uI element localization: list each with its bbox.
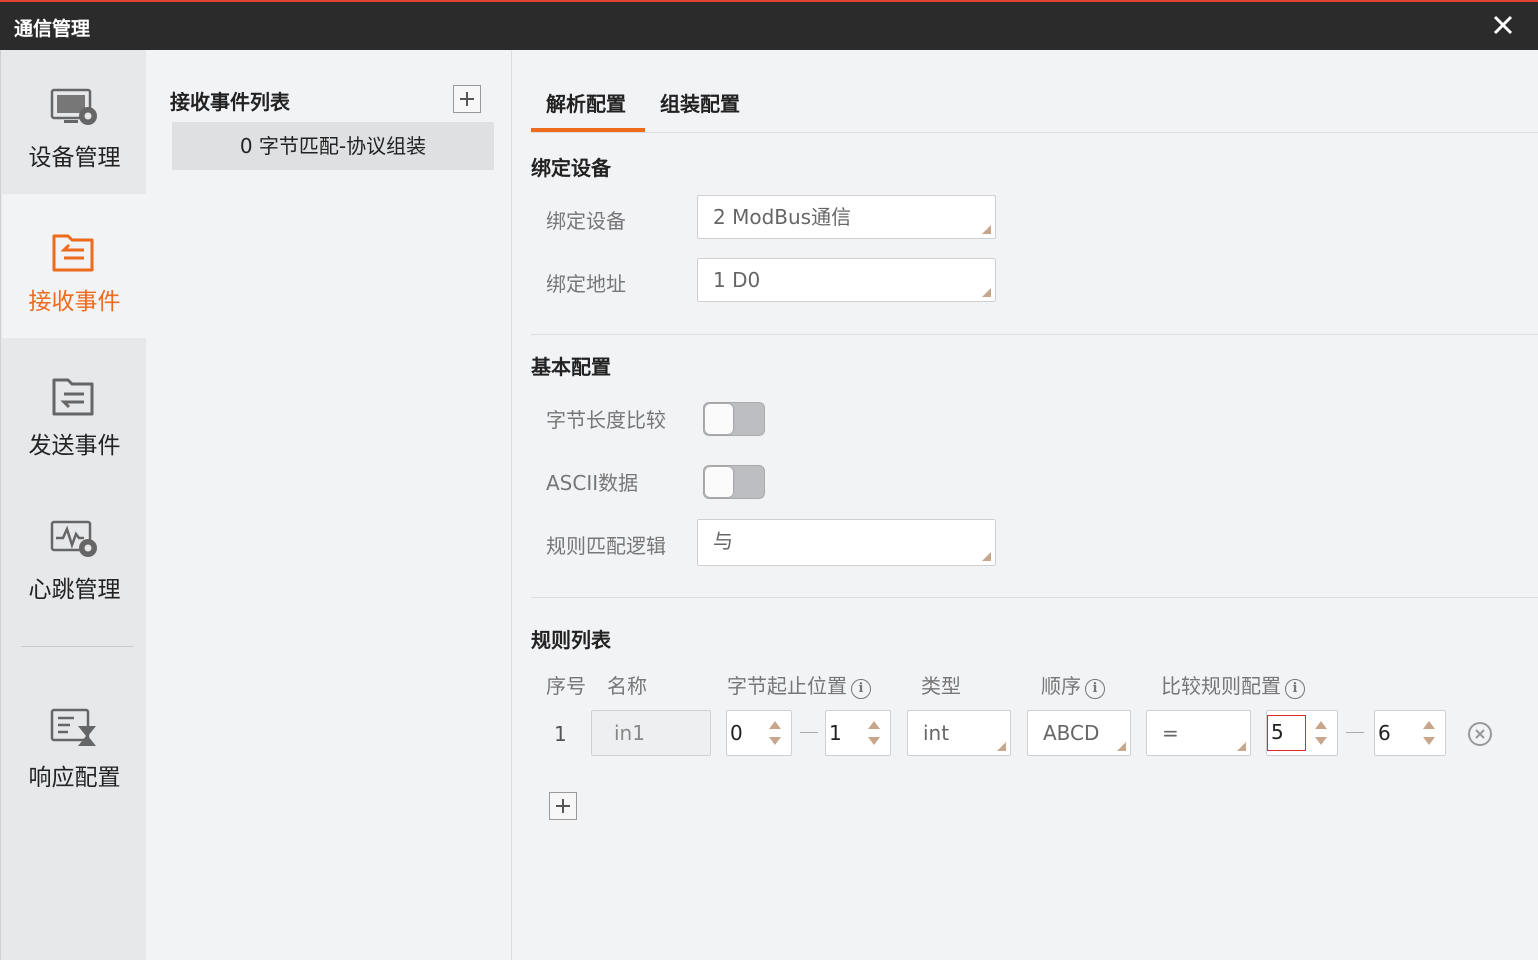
col-order-label: 顺序 <box>1041 674 1081 698</box>
compare-from-value[interactable]: 5 <box>1267 715 1306 751</box>
bind-section-title: 绑定设备 <box>531 156 611 180</box>
tab-parse-config[interactable]: 解析配置 <box>546 88 626 117</box>
order-select[interactable]: ABCD <box>1027 710 1131 756</box>
sidebar-item-response-config[interactable]: 响应配置 <box>2 670 147 814</box>
ascii-data-label: ASCII数据 <box>546 471 639 495</box>
sidebar-item-label: 心跳管理 <box>28 577 121 603</box>
col-index-header: 序号 <box>546 674 586 698</box>
info-icon[interactable]: i <box>1085 679 1105 699</box>
operator-select[interactable]: = <box>1146 710 1251 756</box>
section-divider <box>531 597 1538 598</box>
add-event-button[interactable] <box>453 85 481 113</box>
title-bar: 通信管理 <box>0 0 1538 50</box>
info-icon[interactable]: i <box>1285 679 1305 699</box>
stepper-arrows-icon[interactable] <box>769 721 781 745</box>
byte-start-value: 0 <box>730 721 743 745</box>
col-byte-range-header: 字节起止位置 i <box>727 670 871 699</box>
col-compare-header: 比较规则配置 i <box>1161 670 1305 699</box>
dropdown-corner-icon <box>1117 742 1126 751</box>
dropdown-corner-icon <box>982 288 991 297</box>
type-value: int <box>923 721 950 745</box>
sidebar-item-label: 发送事件 <box>28 433 121 459</box>
bind-device-select[interactable]: 2 ModBus通信 <box>697 195 996 239</box>
dropdown-corner-icon <box>997 742 1006 751</box>
col-compare-label: 比较规则配置 <box>1161 674 1281 698</box>
stepper-arrows-icon[interactable] <box>1315 721 1327 745</box>
col-order-header: 顺序 i <box>1041 670 1105 699</box>
heartbeat-icon <box>50 520 97 557</box>
sidebar-item-device-management[interactable]: 设备管理 <box>2 50 147 194</box>
toggle-knob <box>705 404 733 434</box>
compare-from-stepper[interactable]: 5 <box>1266 710 1338 756</box>
event-list-header: 接收事件列表 <box>170 90 290 114</box>
ascii-data-toggle[interactable] <box>703 465 765 499</box>
basic-section-title: 基本配置 <box>531 355 611 379</box>
sidebar-item-label: 接收事件 <box>28 289 121 315</box>
byte-start-stepper[interactable]: 0 <box>726 710 792 756</box>
tab-bar-divider <box>531 132 1538 133</box>
compare-to-stepper[interactable]: 6 <box>1374 710 1446 756</box>
match-logic-select[interactable]: 与 <box>697 519 996 566</box>
section-divider <box>531 334 1538 335</box>
compare-to-value: 6 <box>1378 721 1391 745</box>
type-select[interactable]: int <box>907 710 1011 756</box>
range-dash <box>800 732 818 733</box>
rule-index: 1 <box>554 722 567 746</box>
bind-address-label: 绑定地址 <box>546 272 626 296</box>
stepper-arrows-icon[interactable] <box>868 721 880 745</box>
main-panel: 解析配置 组装配置 绑定设备 绑定设备 2 ModBus通信 绑定地址 1 D0… <box>513 50 1538 960</box>
range-dash <box>1346 732 1364 733</box>
sidebar-item-label: 响应配置 <box>28 765 121 791</box>
bind-device-value: 2 ModBus通信 <box>713 205 852 229</box>
event-list-item[interactable]: 0 字节匹配-协议组装 <box>172 122 494 170</box>
device-settings-icon <box>50 88 97 125</box>
match-logic-value: 与 <box>713 529 733 553</box>
byte-length-compare-label: 字节长度比较 <box>546 408 666 432</box>
remove-rule-icon[interactable] <box>1467 721 1493 747</box>
rules-section-title: 规则列表 <box>531 628 611 652</box>
sidebar-item-send-event[interactable]: 发送事件 <box>2 338 147 482</box>
window-title: 通信管理 <box>14 18 91 40</box>
rule-name-input[interactable]: in1 <box>591 710 711 756</box>
order-value: ABCD <box>1043 721 1100 745</box>
byte-end-value: 1 <box>829 721 842 745</box>
tab-assemble-config[interactable]: 组装配置 <box>660 88 740 117</box>
toggle-knob <box>705 467 733 497</box>
send-event-icon <box>52 378 94 416</box>
response-config-icon <box>50 708 96 746</box>
col-type-header: 类型 <box>921 674 961 698</box>
col-byte-range-label: 字节起止位置 <box>727 674 847 698</box>
sidebar-item-heartbeat[interactable]: 心跳管理 <box>2 482 147 626</box>
info-icon[interactable]: i <box>851 679 871 699</box>
dropdown-corner-icon <box>982 225 991 234</box>
operator-value: = <box>1162 721 1179 745</box>
sidebar-item-receive-event[interactable]: 接收事件 <box>2 194 147 338</box>
dropdown-corner-icon <box>1237 742 1246 751</box>
add-rule-button[interactable] <box>549 792 577 820</box>
match-logic-label: 规则匹配逻辑 <box>546 534 666 558</box>
sidebar-item-label: 设备管理 <box>28 145 121 171</box>
stepper-arrows-icon[interactable] <box>1423 721 1435 745</box>
active-tab-indicator <box>531 128 645 132</box>
event-list-panel: 接收事件列表 0 字节匹配-协议组装 <box>146 50 512 960</box>
sidebar: 设备管理 接收事件 发送事件 心跳管理 响应配置 <box>0 50 147 960</box>
byte-end-stepper[interactable]: 1 <box>825 710 891 756</box>
receive-event-icon <box>52 234 94 272</box>
dropdown-corner-icon <box>982 552 991 561</box>
byte-length-compare-toggle[interactable] <box>703 402 765 436</box>
sidebar-divider <box>21 646 133 647</box>
bind-address-select[interactable]: 1 D0 <box>697 258 996 302</box>
bind-device-label: 绑定设备 <box>546 209 626 233</box>
col-name-header: 名称 <box>607 674 647 698</box>
bind-address-value: 1 D0 <box>713 268 761 292</box>
close-icon[interactable] <box>1490 12 1516 38</box>
